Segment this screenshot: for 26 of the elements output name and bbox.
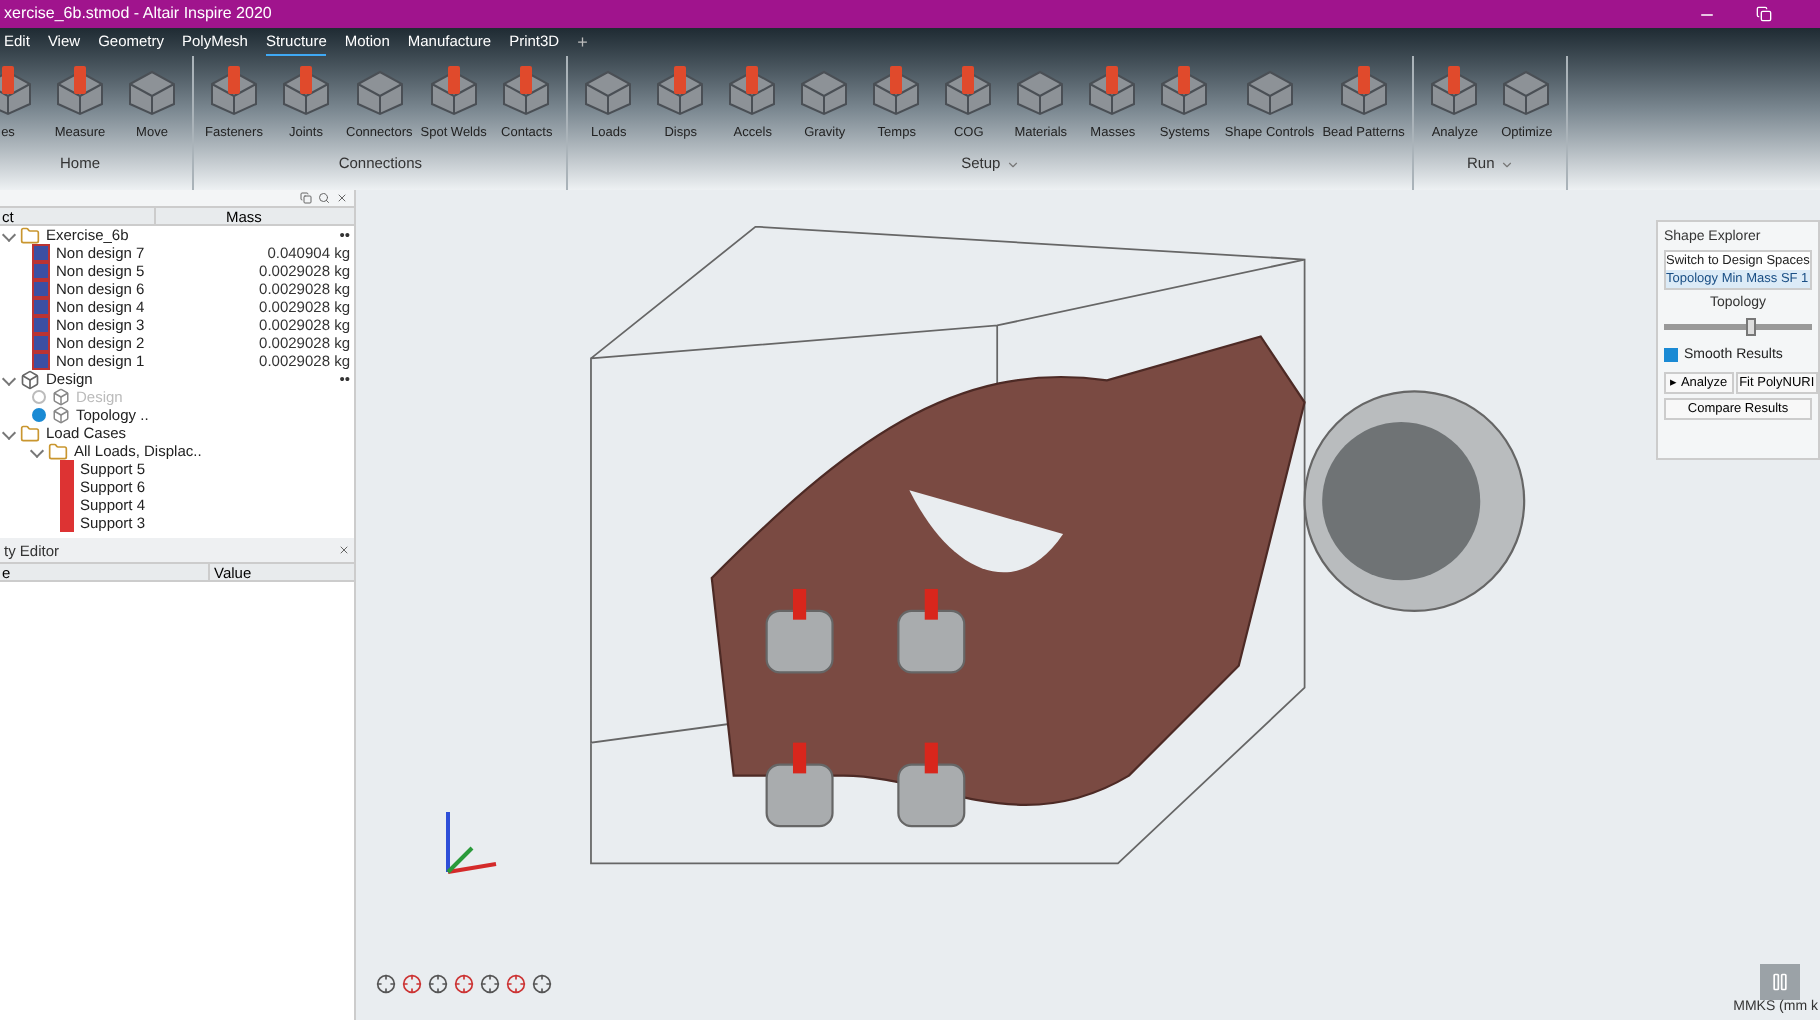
folder-icon <box>20 226 40 245</box>
search-icon[interactable] <box>318 192 330 204</box>
folder-icon <box>48 441 68 461</box>
add-tab-button[interactable]: + <box>577 32 588 52</box>
slider-thumb[interactable] <box>1745 318 1756 336</box>
restore-icon[interactable] <box>1756 6 1772 22</box>
view-tool-icon[interactable] <box>428 974 448 994</box>
view-tool-icon[interactable] <box>376 974 396 994</box>
view-tool-icon[interactable] <box>532 974 552 994</box>
folder-icon <box>20 423 40 443</box>
view-tool-icon[interactable] <box>402 974 422 994</box>
close-icon[interactable] <box>336 192 348 204</box>
window-title: xercise_6b.stmod - Altair Inspire 2020 <box>4 4 272 24</box>
pause-button[interactable] <box>1760 964 1800 1000</box>
dropdown-icon[interactable] <box>1006 157 1021 171</box>
checkbox[interactable] <box>1664 348 1678 362</box>
window-icon[interactable] <box>300 192 312 204</box>
part-icon <box>52 406 70 424</box>
part-icon <box>52 388 70 406</box>
pause-icon <box>1770 972 1790 992</box>
view-tool-icon[interactable] <box>480 974 500 994</box>
dropdown-icon[interactable] <box>1500 157 1515 171</box>
view-tool-icon[interactable] <box>454 974 474 994</box>
part-icon <box>20 369 40 389</box>
view-tool-icon[interactable] <box>506 974 526 994</box>
close-icon[interactable] <box>338 544 350 556</box>
